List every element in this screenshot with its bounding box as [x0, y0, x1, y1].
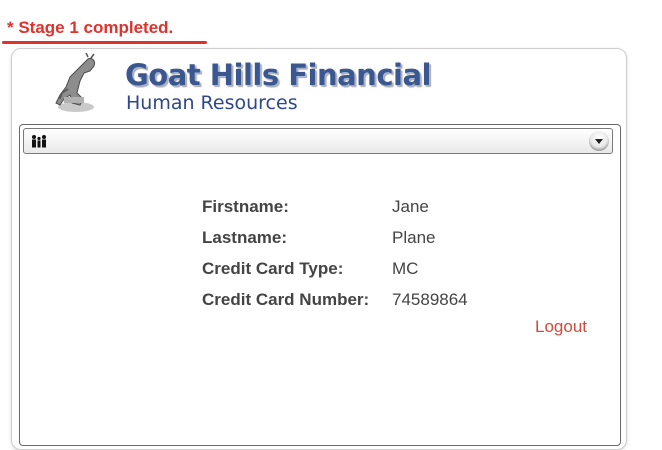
chevron-down-icon[interactable]: [589, 131, 609, 151]
firstname-label: Firstname:: [202, 197, 289, 216]
stage-status-underline: [2, 41, 207, 44]
content-box: [19, 124, 621, 446]
brand-title: Goat Hills Financial: [125, 58, 431, 92]
people-icon: [30, 133, 48, 148]
lastname-label: Lastname:: [202, 228, 288, 247]
credit-card-number-value: 74589864: [392, 290, 468, 309]
logout-link[interactable]: Logout: [535, 316, 587, 338]
stage-status-message: * Stage 1 completed.: [7, 18, 174, 37]
toolbar: [23, 128, 613, 154]
brand-subtitle: Human Resources: [126, 92, 298, 114]
credit-card-type-label: Credit Card Type:: [202, 259, 344, 278]
credit-card-type-value: MC: [392, 259, 419, 278]
credit-card-number-label: Credit Card Number:: [202, 290, 370, 309]
firstname-value: Jane: [392, 197, 429, 216]
lastname-value: Plane: [392, 228, 436, 247]
goat-logo-icon: [50, 52, 100, 115]
